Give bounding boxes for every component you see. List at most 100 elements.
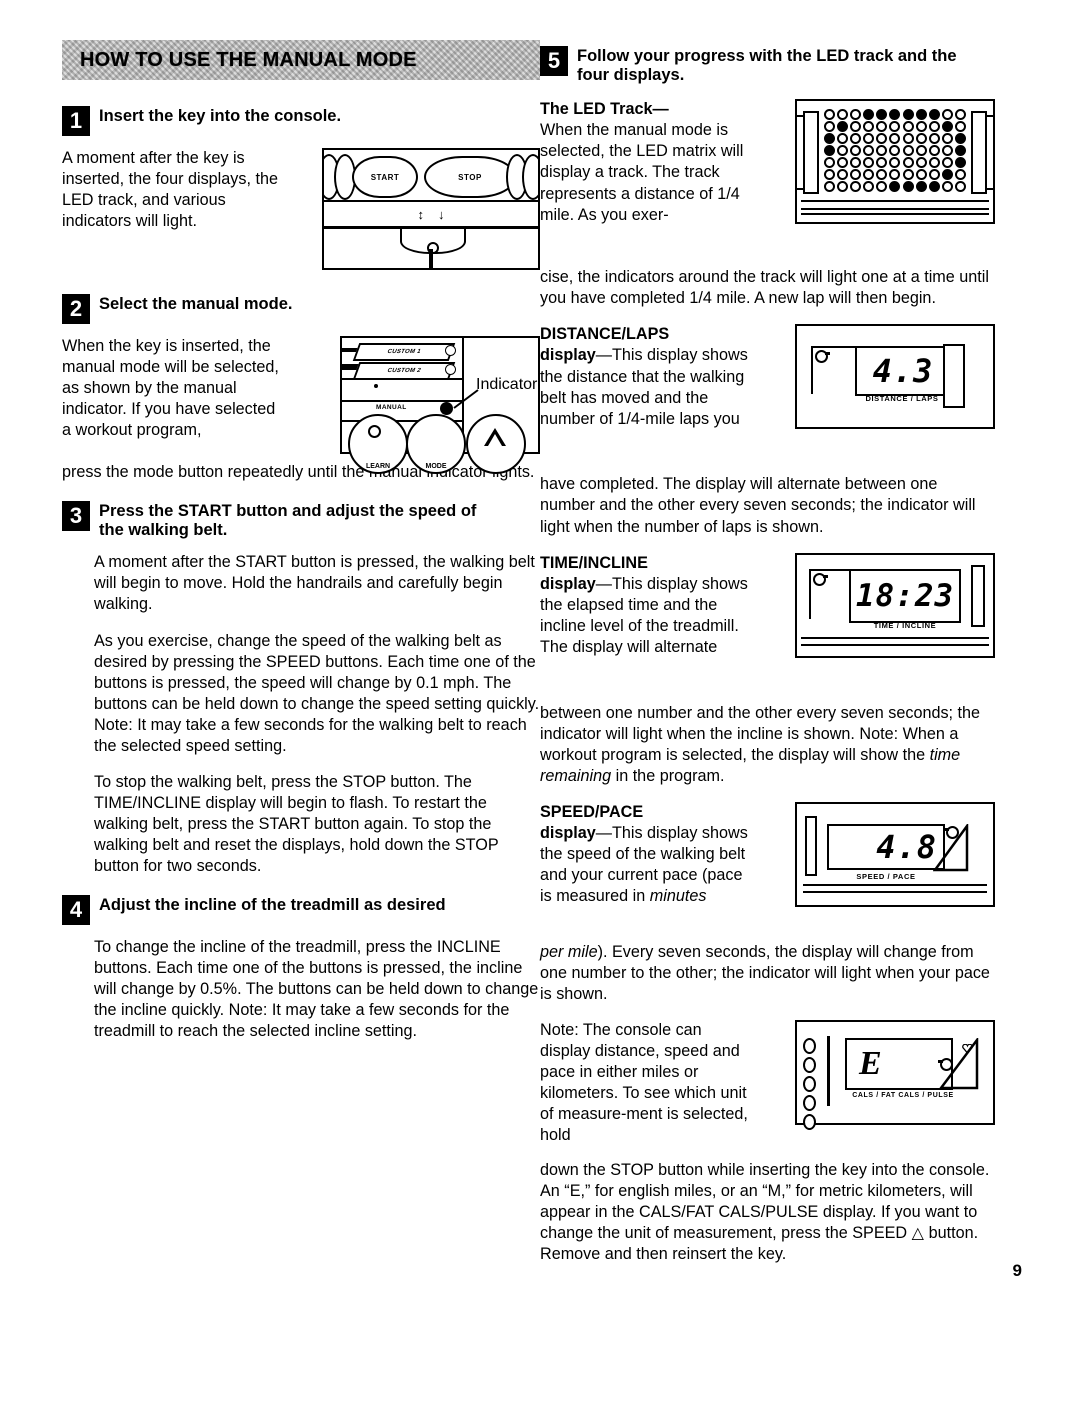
cals-pulse-display-figure: E CALS / FAT CALS / PULSE (795, 1020, 995, 1130)
step-1-number: 1 (62, 106, 90, 136)
led-dot (902, 145, 914, 157)
led-dot (902, 109, 914, 121)
led-dot (942, 121, 954, 133)
time-incline-paragraph-wide: between one number and the other every s… (540, 703, 995, 787)
step-2-number: 2 (62, 294, 90, 324)
distance-laps-label: DISTANCE / LAPS (865, 394, 939, 404)
led-dot (915, 109, 927, 121)
time-incline-wide-b: in the program. (611, 766, 725, 785)
led-right-outer-bar (985, 115, 995, 191)
section-banner: HOW TO USE THE MANUAL MODE (62, 40, 540, 80)
step-3-heading: 3 Press the START button and adjust the … (62, 501, 540, 540)
led-dot (902, 169, 914, 181)
laps-indicator-tick (825, 352, 830, 356)
side-dot-icon (803, 1095, 816, 1111)
time-incline-lead: display (540, 574, 596, 593)
distance-laps-lead: display (540, 346, 596, 365)
led-dot (942, 145, 954, 157)
led-dot (863, 145, 875, 157)
led-dot (836, 121, 848, 133)
step-3-paragraph-2: As you exercise, change the speed of the… (94, 631, 540, 755)
incline-indicator-tick (823, 574, 828, 578)
led-dot (915, 121, 927, 133)
small-dot-icon (374, 384, 378, 388)
custom-2-indicator-dot (445, 364, 456, 375)
display-side-rect (971, 564, 985, 627)
led-dot (955, 133, 967, 145)
stop-button[interactable]: STOP (424, 156, 516, 198)
speed-up-button[interactable] (466, 414, 526, 474)
page-number: 9 (1012, 1261, 1022, 1280)
distance-laps-lcd: 4.3 (855, 346, 951, 397)
led-dot (942, 109, 954, 121)
step-1-paragraph: A moment after the key is inserted, the … (62, 149, 278, 231)
up-arrow-icon: ↕ (417, 206, 425, 222)
led-dot (915, 157, 927, 169)
time-incline-wide-a: between one number and the other every s… (540, 703, 981, 764)
learn-button[interactable]: LEARN (348, 414, 408, 474)
led-dot (889, 157, 901, 169)
step-5-heading: 5 Follow your progress with the LED trac… (540, 46, 995, 85)
led-base-bar-2 (801, 213, 989, 220)
manual-label: MANUAL (376, 404, 407, 411)
led-dot (929, 133, 941, 145)
led-dot (823, 169, 835, 181)
led-dot (942, 181, 954, 193)
led-dot (823, 109, 835, 121)
custom-1-tab[interactable]: CUSTOM 1 (352, 343, 456, 361)
led-dot (876, 169, 888, 181)
display-left-bar (805, 815, 817, 876)
led-dot (929, 145, 941, 157)
start-button[interactable]: START (352, 156, 418, 198)
step-1-heading: 1 Insert the key into the console. (62, 106, 540, 136)
led-dot (849, 145, 861, 157)
step-2-figure-row: When the key is inserted, the manual mod… (62, 336, 540, 474)
led-dot (929, 109, 941, 121)
distance-laps-heading: DISTANCE/LAPS (540, 325, 670, 344)
mode-label: MODE (425, 463, 447, 470)
triangle-up-icon (484, 428, 506, 446)
manual-indicator-figure: CUSTOM 1 CUSTOM 2 MANUAL Indicator LEARN… (340, 336, 540, 474)
per-mile-italic: per mile (540, 942, 598, 961)
side-dot-icon (803, 1076, 816, 1092)
speed-pace-lead: display (540, 823, 596, 842)
led-dot (955, 109, 967, 121)
led-dot (929, 157, 941, 169)
minutes-italic: minutes (649, 887, 707, 906)
led-dot (902, 181, 914, 193)
mode-button[interactable]: MODE (406, 414, 466, 474)
distance-laps-value: 4.3 (872, 352, 934, 391)
led-dot (942, 157, 954, 169)
led-dot (863, 181, 875, 193)
led-dot (902, 157, 914, 169)
pulse-indicator-tick (938, 1060, 943, 1063)
led-track-paragraph-narrow: When the manual mode is selected, the LE… (540, 121, 744, 224)
led-dot (889, 145, 901, 157)
heart-icon (962, 1044, 973, 1054)
indicator-callout-label: Indicator (476, 376, 538, 393)
right-column: 5 Follow your progress with the LED trac… (540, 40, 995, 1280)
led-dot (823, 145, 835, 157)
banner-title: HOW TO USE THE MANUAL MODE (80, 48, 417, 71)
step-3-title: Press the START button and adjust the sp… (99, 502, 477, 540)
led-dot (955, 157, 967, 169)
side-dot-icon (803, 1057, 816, 1073)
led-left-bar (803, 111, 819, 195)
led-dot (902, 121, 914, 133)
led-dot (929, 169, 941, 181)
step-2-paragraph-wide: press the mode button repeatedly until t… (62, 463, 535, 481)
led-dot (863, 121, 875, 133)
led-dot (942, 169, 954, 181)
led-dot (955, 145, 967, 157)
time-incline-display-figure: 18:23 TIME / INCLINE (795, 552, 995, 658)
down-arrow-icon: ↓ (438, 206, 445, 222)
led-dot (836, 169, 848, 181)
led-dot (889, 181, 901, 193)
side-dots-group (803, 1038, 816, 1133)
led-dot (902, 133, 914, 145)
side-dot-icon (803, 1114, 816, 1130)
button-row: START STOP (324, 150, 538, 202)
led-dot (849, 121, 861, 133)
led-matrix-grid (823, 109, 967, 193)
speed-pace-heading: SPEED/PACE (540, 802, 644, 821)
